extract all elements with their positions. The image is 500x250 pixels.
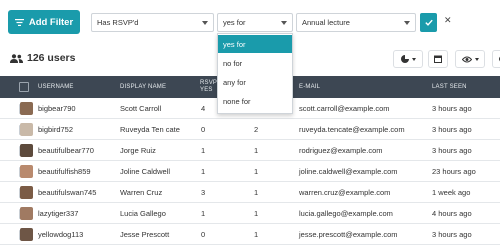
cell-username: bigbear790	[38, 104, 76, 113]
cell-email: scott.carroll@example.com	[299, 104, 390, 113]
table-row[interactable]: beautifulfish859 Joline Caldwell 1 1 jol…	[0, 161, 500, 182]
chart-dropdown-button[interactable]	[393, 50, 423, 68]
filter-field-value: Has RSVP'd	[97, 18, 139, 27]
table-row[interactable]: beautifulswan745 Warren Cruz 3 1 warren.…	[0, 182, 500, 203]
cell-rsvp-yes: 1	[201, 209, 206, 218]
cell-username: bigbird752	[38, 125, 74, 134]
user-count: 126 users	[10, 52, 75, 64]
cell-display-name: Jorge Ruiz	[120, 146, 156, 155]
cell-email: ruveyda.tencate@example.com	[299, 125, 405, 134]
table-row[interactable]: bigbird752 Ruveyda Ten cate 0 2 ruveyda.…	[0, 119, 500, 140]
cell-username: lazytiger337	[38, 209, 79, 218]
dropdown-option-yes-for[interactable]: yes for	[218, 35, 292, 53]
cell-display-name: Ruveyda Ten cate	[120, 125, 180, 134]
cell-email: jesse.prescott@example.com	[299, 230, 398, 239]
cell-last-seen: 3 hours ago	[432, 104, 472, 113]
cell-rsvp-yes: 1	[201, 146, 206, 155]
close-icon[interactable]: ✕	[444, 15, 452, 26]
cell-count: 1	[254, 146, 259, 155]
cell-count: 1	[254, 188, 259, 197]
cell-rsvp-yes: 1	[201, 167, 206, 176]
cell-display-name: Warren Cruz	[120, 188, 163, 197]
cell-username: beautifulbear770	[38, 146, 94, 155]
column-header-email[interactable]: E-MAIL	[299, 76, 320, 98]
cell-rsvp-yes: 0	[201, 125, 206, 134]
filter-field-select[interactable]: Has RSVP'd	[91, 13, 214, 32]
avatar	[20, 186, 33, 199]
pie-chart-icon	[400, 55, 409, 63]
chevron-down-icon	[281, 21, 287, 25]
column-header-username[interactable]: USERNAME	[38, 76, 74, 98]
avatar	[20, 228, 33, 241]
dropdown-option-no-for[interactable]: no for	[218, 54, 292, 72]
cell-display-name: Lucia Gallego	[120, 209, 166, 218]
calendar-icon	[434, 55, 442, 63]
filter-value-select[interactable]: Annual lecture	[296, 13, 416, 32]
cell-count: 1	[254, 209, 259, 218]
cell-last-seen: 1 week ago	[432, 188, 471, 197]
avatar	[20, 165, 33, 178]
cell-email: lucia.gallego@example.com	[299, 209, 393, 218]
cell-username: yellowdog113	[38, 230, 84, 239]
cell-display-name: Joline Caldwell	[120, 167, 171, 176]
filter-value-value: Annual lecture	[302, 18, 350, 27]
operator-dropdown-menu: yes for no for any for none for	[217, 33, 293, 114]
cell-count: 1	[254, 230, 259, 239]
apply-filter-button[interactable]	[420, 13, 437, 32]
settings-button[interactable]	[492, 50, 500, 68]
add-filter-button[interactable]: Add Filter	[8, 10, 80, 34]
cell-count: 2	[254, 125, 259, 134]
cell-display-name: Jesse Prescott	[120, 230, 170, 239]
cell-last-seen: 3 hours ago	[432, 230, 472, 239]
dropdown-option-any-for[interactable]: any for	[218, 73, 292, 91]
eye-icon	[461, 56, 472, 62]
cell-rsvp-yes: 0	[201, 230, 206, 239]
cell-rsvp-yes: 4	[201, 104, 206, 113]
select-all-checkbox[interactable]	[19, 82, 29, 92]
cell-display-name: Scott Carroll	[120, 104, 162, 113]
filter-lines-icon	[14, 18, 24, 26]
cell-username: beautifulfish859	[38, 167, 91, 176]
avatar	[20, 102, 33, 115]
chevron-down-icon	[474, 57, 479, 61]
chevron-down-icon	[411, 57, 416, 61]
cell-rsvp-yes: 3	[201, 188, 206, 197]
table-row[interactable]: yellowdog113 Jesse Prescott 0 1 jesse.pr…	[0, 224, 500, 245]
avatar	[20, 207, 33, 220]
dropdown-option-none-for[interactable]: none for	[218, 92, 292, 110]
cell-email: rodriguez@example.com	[299, 146, 383, 155]
cell-last-seen: 3 hours ago	[432, 125, 472, 134]
cell-last-seen: 4 hours ago	[432, 209, 472, 218]
avatar	[20, 144, 33, 157]
chevron-down-icon	[202, 21, 208, 25]
table-row[interactable]: beautifulbear770 Jorge Ruiz 1 1 rodrigue…	[0, 140, 500, 161]
users-icon	[10, 53, 23, 63]
filter-operator-select[interactable]: yes for	[217, 13, 293, 32]
visibility-dropdown-button[interactable]	[455, 50, 485, 68]
add-filter-label: Add Filter	[28, 16, 74, 28]
avatar	[20, 123, 33, 136]
cell-email: joline.caldwell@example.com	[299, 167, 398, 176]
cell-username: beautifulswan745	[38, 188, 97, 197]
cell-last-seen: 3 hours ago	[432, 146, 472, 155]
cell-email: warren.cruz@example.com	[299, 188, 391, 197]
column-header-display-name[interactable]: DISPLAY NAME	[120, 76, 166, 98]
filter-operator-value: yes for	[223, 18, 246, 27]
cell-count: 1	[254, 167, 259, 176]
chevron-down-icon	[404, 21, 410, 25]
calendar-button[interactable]	[428, 50, 448, 68]
user-count-label: 126 users	[27, 52, 76, 64]
column-header-last-seen[interactable]: LAST SEEN	[432, 76, 467, 98]
cell-last-seen: 23 hours ago	[432, 167, 476, 176]
check-icon	[424, 19, 433, 26]
table-row[interactable]: lazytiger337 Lucia Gallego 1 1 lucia.gal…	[0, 203, 500, 224]
